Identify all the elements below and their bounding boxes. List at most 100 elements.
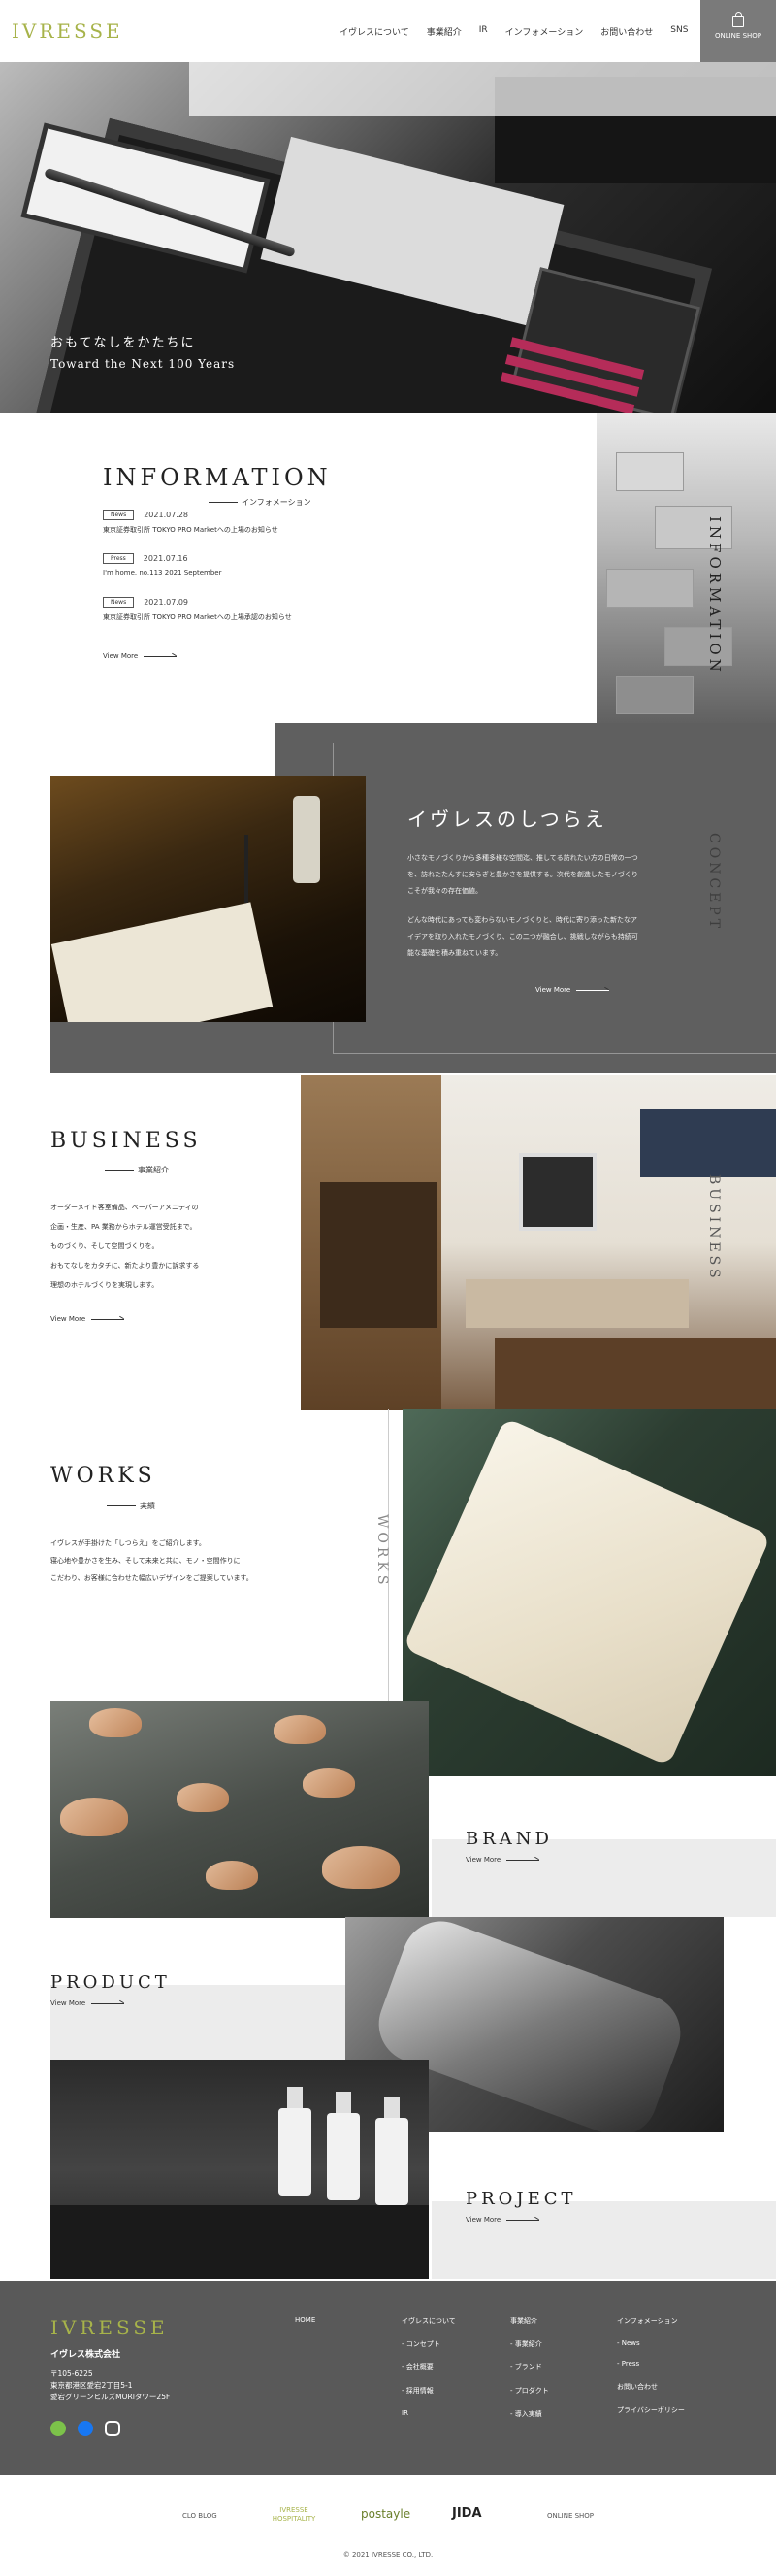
- footer-link[interactable]: IR: [402, 2409, 456, 2417]
- copyright: © 2021 IVRESSE CO., LTD.: [342, 2551, 434, 2559]
- footer-address: 〒105-6225: [50, 2369, 93, 2378]
- cube-shape: [616, 452, 684, 491]
- cube-shape: [616, 676, 694, 714]
- facebook-icon[interactable]: [78, 2421, 93, 2436]
- partner-logo-jida[interactable]: JIDA: [452, 2506, 482, 2521]
- bottle-shape: [327, 2092, 360, 2200]
- footer-link[interactable]: インフォメーション: [617, 2316, 685, 2326]
- site-logo[interactable]: IVRESSE: [12, 19, 123, 43]
- footer-link[interactable]: HOME: [295, 2316, 315, 2324]
- footer-link[interactable]: - コンセプト: [402, 2339, 456, 2349]
- news-item[interactable]: Press 2021.07.16 I'm home. no.113 2021 Se…: [103, 553, 221, 577]
- footer-address: 愛宕グリーンヒルズMORIタワー25F: [50, 2393, 171, 2401]
- view-more-label: View More: [50, 1315, 86, 1323]
- news-text: 東京証券取引所 TOKYO PRO Marketへの上場承認のお知らせ: [103, 613, 292, 621]
- nav-sns[interactable]: SNS: [670, 25, 688, 38]
- news-item[interactable]: News 2021.07.28 東京証券取引所 TOKYO PRO Marketへ…: [103, 510, 278, 535]
- news-badge: News: [103, 510, 135, 520]
- bottle-shape: [278, 2087, 311, 2196]
- concept-view-more[interactable]: View More: [535, 986, 610, 994]
- nav-information[interactable]: インフォメーション: [505, 25, 584, 38]
- main-nav: イヴレスについて 事業紹介 IR インフォメーション お問い合わせ SNS: [340, 25, 688, 38]
- news-item[interactable]: News 2021.07.09 東京証券取引所 TOKYO PRO Marketへ…: [103, 597, 292, 622]
- works-title: WORKS: [50, 1464, 156, 1488]
- arrow-right-icon: [144, 655, 178, 657]
- footer-link[interactable]: お問い合わせ: [617, 2382, 685, 2392]
- partner-logo-online-shop[interactable]: ONLINE SHOP: [547, 2512, 594, 2520]
- works-line: 寝心地や豊かさを生み、そして未来と共に、モノ・空間作りに: [50, 1557, 241, 1565]
- news-date: 2021.07.28: [144, 511, 189, 519]
- footer-col-home: HOME: [295, 2316, 315, 2337]
- artwork-shape: [519, 1153, 597, 1231]
- footer-link[interactable]: - 会社概要: [402, 2362, 456, 2372]
- shopping-bag-icon: [732, 12, 744, 27]
- bottle-shape: [375, 2097, 408, 2205]
- project-view-more[interactable]: View More: [466, 2216, 540, 2224]
- nav-ir[interactable]: IR: [479, 25, 488, 38]
- project-title: PROJECT: [466, 2189, 577, 2209]
- footer-link[interactable]: イヴレスについて: [402, 2316, 456, 2326]
- view-more-label: View More: [535, 986, 571, 994]
- information-title: INFORMATION: [103, 464, 332, 491]
- site-header: IVRESSE イヴレスについて 事業紹介 IR インフォメーション お問い合わ…: [0, 0, 776, 62]
- concept-vertical-label: CONCEPT: [706, 833, 722, 933]
- footer-link[interactable]: - 採用情報: [402, 2386, 456, 2395]
- news-badge: News: [103, 597, 135, 608]
- nav-about[interactable]: イヴレスについて: [340, 25, 409, 38]
- business-line: 企画・生産、PA 業務からホテル運営受託まで。: [50, 1223, 197, 1231]
- business-line: オーダーメイド客室備品、ペーパーアメニティの: [50, 1204, 199, 1211]
- nav-contact[interactable]: お問い合わせ: [600, 25, 653, 38]
- line-icon[interactable]: [50, 2421, 66, 2436]
- view-more-label: View More: [466, 1856, 501, 1864]
- sofa-shape: [466, 1279, 689, 1328]
- partner-logos: CLO BLOG IVRESSE HOSPITALITY postayle JI…: [0, 2475, 776, 2576]
- footer-link[interactable]: - ブランド: [510, 2362, 549, 2372]
- hero-section: おもてなしをかたちに Toward the Next 100 Years: [0, 62, 776, 413]
- brand-view-more[interactable]: View More: [466, 1856, 540, 1864]
- project-grey-pane: [432, 2201, 776, 2279]
- lamp-shape: [244, 835, 248, 903]
- business-vertical-label: BUSINESS: [706, 1174, 722, 1282]
- footer-link[interactable]: - 導入実績: [510, 2409, 549, 2419]
- project-image: [50, 2060, 429, 2279]
- ribbon-shape: [206, 1861, 258, 1890]
- bottle-shape: [293, 796, 320, 883]
- hero-overlay-strip: [189, 62, 776, 116]
- partner-logo-postayle[interactable]: postayle: [361, 2507, 410, 2521]
- concept-paragraph: 小さなモノづくりから多種多様な空間迄、推してる訪れたい方の日常の一つを、訪れたた…: [407, 854, 638, 895]
- footer-link[interactable]: - Press: [617, 2361, 685, 2368]
- counter-shape: [50, 2205, 429, 2279]
- works-line: こだわり、お客様に合わせた幅広いデザインをご提案しています。: [50, 1574, 253, 1582]
- ribbon-shape: [177, 1783, 229, 1812]
- information-subtitle-text: インフォメーション: [242, 498, 311, 507]
- business-view-more[interactable]: View More: [50, 1315, 125, 1323]
- product-view-more[interactable]: View More: [50, 1999, 125, 2007]
- instagram-icon[interactable]: [105, 2421, 120, 2436]
- divider-line: [209, 502, 238, 503]
- arrow-right-icon: [506, 2219, 540, 2221]
- works-subtitle-text: 実績: [140, 1502, 155, 1510]
- divider-line: [105, 1170, 134, 1171]
- nav-business[interactable]: 事業紹介: [427, 25, 462, 38]
- footer-link[interactable]: - プロダクト: [510, 2386, 549, 2395]
- product-title: PRODUCT: [50, 1972, 171, 1993]
- business-image: [301, 1075, 776, 1410]
- cube-shape: [606, 569, 694, 608]
- partner-logo-ivresse[interactable]: IVRESSE HOSPITALITY: [270, 2506, 318, 2524]
- footer-link[interactable]: - News: [617, 2339, 685, 2347]
- footer-link[interactable]: プライバシーポリシー: [617, 2405, 685, 2415]
- online-shop-label: ONLINE SHOP: [714, 32, 762, 40]
- footer-company: イヴレス株式会社: [50, 2350, 121, 2360]
- partner-logo-clo[interactable]: CLO BLOG: [182, 2512, 217, 2520]
- footer-logo[interactable]: IVRESSE: [50, 2316, 169, 2339]
- information-view-more[interactable]: View More: [103, 652, 178, 660]
- footer-link[interactable]: 事業紹介: [510, 2316, 549, 2326]
- works-subtitle: 実績: [107, 1501, 155, 1511]
- site-footer: IVRESSE イヴレス株式会社 〒105-6225 東京都港区愛宕2丁目5-1…: [0, 2281, 776, 2475]
- ribbon-shape: [322, 1846, 400, 1889]
- footer-col-business: 事業紹介 - 事業紹介 - ブランド - プロダクト - 導入実績: [510, 2316, 549, 2432]
- footer-link[interactable]: - 事業紹介: [510, 2339, 549, 2349]
- online-shop-button[interactable]: ONLINE SHOP: [700, 0, 776, 62]
- news-text: I'm home. no.113 2021 September: [103, 569, 222, 577]
- news-date: 2021.07.09: [144, 598, 189, 607]
